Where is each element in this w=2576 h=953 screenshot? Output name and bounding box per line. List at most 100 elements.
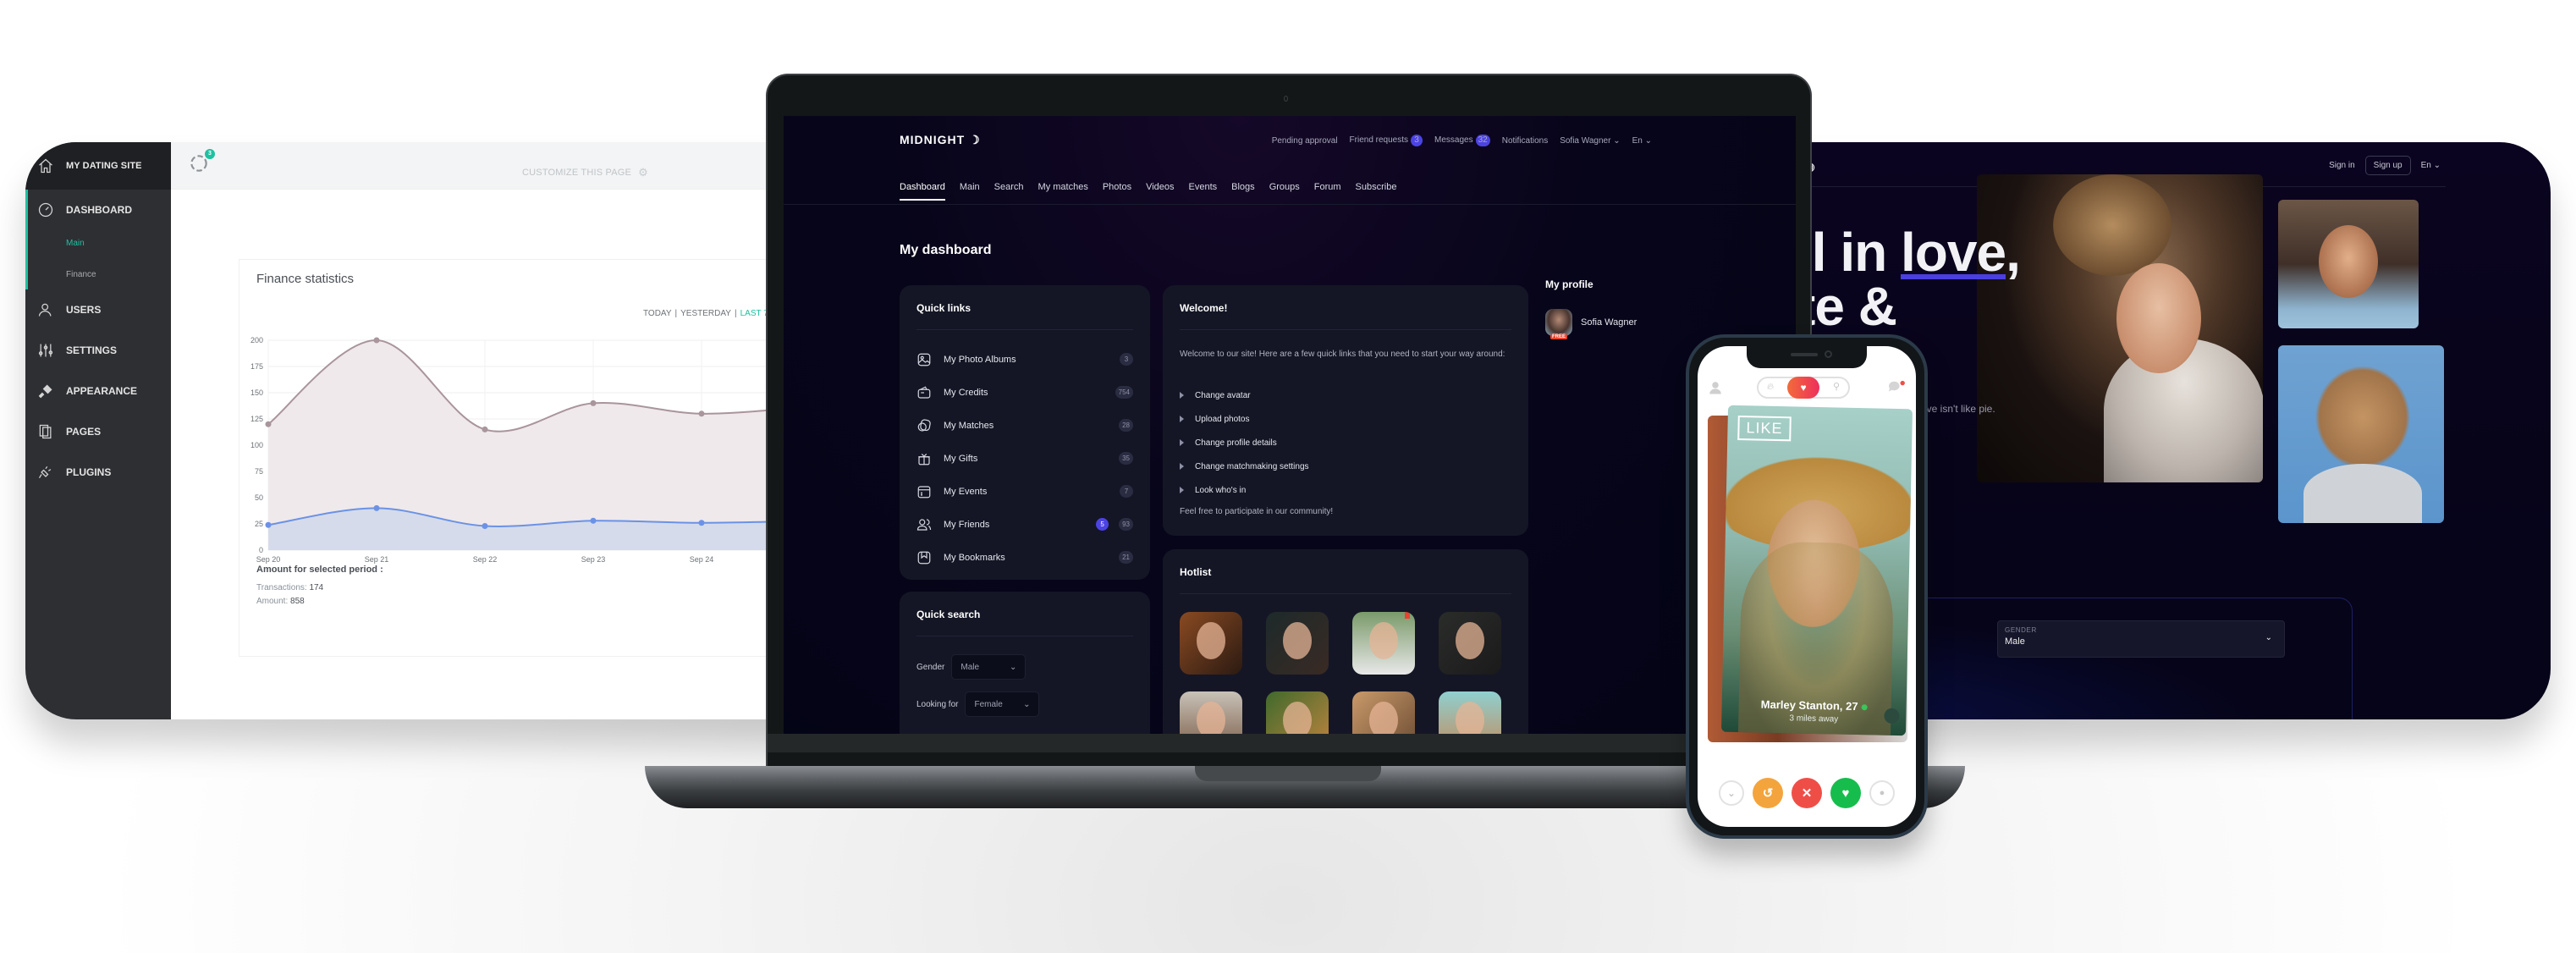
- profile-card[interactable]: LIKE Marley Stanton, 27 3 miles away: [1720, 405, 1913, 736]
- hotlist-photo[interactable]: [1352, 691, 1415, 734]
- quick-link-gifts[interactable]: My Gifts 35: [916, 442, 1133, 475]
- membership-badge: FREE: [1550, 334, 1568, 339]
- sidebar-subitem-finance[interactable]: Finance: [66, 270, 96, 279]
- hotlist-photo[interactable]: [1439, 691, 1501, 734]
- gender-select[interactable]: GENDER Male ⌄: [1997, 620, 2285, 658]
- tab-videos[interactable]: Videos: [1146, 182, 1174, 201]
- quick-links-list: My Photo Albums 3 My Credits 754 My Matc…: [916, 343, 1133, 574]
- flame-icon[interactable]: 🔥︎: [1767, 382, 1774, 393]
- sidebar-subitem-main[interactable]: Main: [66, 239, 85, 248]
- sidebar-item-settings[interactable]: SETTINGS: [25, 330, 171, 371]
- select-value: Male: [960, 662, 980, 672]
- customize-page-button[interactable]: CUSTOMIZE THIS PAGE ⚙: [522, 166, 648, 179]
- profile-button[interactable]: ●: [1869, 780, 1895, 806]
- tab-forum[interactable]: Forum: [1314, 182, 1341, 201]
- undo-button[interactable]: ↺: [1753, 778, 1783, 808]
- sidebar-item-pages[interactable]: PAGES: [25, 411, 171, 452]
- welcome-link-change-avatar[interactable]: Change avatar: [1180, 383, 1309, 407]
- admin-brand[interactable]: MY DATING SITE: [25, 142, 171, 190]
- language-select[interactable]: En ⌄: [2421, 161, 2441, 170]
- range-yesterday[interactable]: YESTERDAY: [680, 309, 731, 318]
- friend-requests-link[interactable]: Friend requests 3: [1350, 135, 1423, 146]
- dislike-button[interactable]: ✕: [1792, 778, 1822, 808]
- looking-for-select[interactable]: Female ⌄: [965, 691, 1040, 717]
- tab-dashboard[interactable]: Dashboard: [900, 182, 945, 201]
- panel-title: Hotlist: [1180, 566, 1212, 578]
- sidebar-item-users[interactable]: USERS: [25, 289, 171, 330]
- gear-icon: ⚙: [638, 166, 648, 179]
- hotlist-photo[interactable]: [1266, 691, 1329, 734]
- range-last7[interactable]: LAST 7: [740, 309, 768, 318]
- y-tick-label: 25: [255, 520, 263, 528]
- tab-blogs[interactable]: Blogs: [1231, 182, 1255, 201]
- messages-badge: 32: [1475, 135, 1490, 146]
- transactions-line: Transactions: 174: [256, 583, 323, 592]
- messages-link[interactable]: Messages 32: [1434, 135, 1490, 146]
- avatar[interactable]: FREE: [1545, 309, 1572, 339]
- tab-subscribe[interactable]: Subscribe: [1356, 182, 1397, 201]
- heart-match-icon[interactable]: ♥: [1787, 377, 1819, 399]
- sidebar-item-dashboard[interactable]: DASHBOARD Main Finance: [25, 190, 171, 289]
- my-profile-title: My profile: [1545, 278, 1593, 290]
- profile-icon[interactable]: [1708, 380, 1723, 395]
- quick-links-panel: Quick links My Photo Albums 3 My Credits…: [900, 285, 1150, 580]
- pages-icon: [39, 424, 52, 439]
- tab-main[interactable]: Main: [960, 182, 980, 201]
- profile-name[interactable]: Sofia Wagner: [1581, 317, 1637, 328]
- midnight-logo[interactable]: MIDNIGHT ☽: [900, 133, 981, 147]
- photo-album-icon: [917, 353, 931, 366]
- sidebar-item-label: PAGES: [66, 426, 102, 438]
- sidebar-item-appearance[interactable]: APPEARANCE: [25, 371, 171, 411]
- sign-up-button[interactable]: Sign up: [2364, 156, 2411, 175]
- data-point-amount: [265, 421, 272, 427]
- like-button[interactable]: ♥: [1830, 778, 1861, 808]
- laptop-chin: [768, 734, 1810, 752]
- quick-link-label: My Events: [944, 486, 988, 497]
- hotlist-photo[interactable]: [1352, 612, 1415, 675]
- friend-requests-badge: 3: [1411, 135, 1423, 146]
- hero-text: ll in: [1797, 222, 1901, 283]
- pending-approval-link[interactable]: Pending approval: [1272, 136, 1338, 146]
- tab-search[interactable]: Search: [994, 182, 1024, 201]
- hotlist-photo[interactable]: [1266, 612, 1329, 675]
- notifications-button[interactable]: 3: [188, 149, 215, 174]
- sidebar-item-plugins[interactable]: PLUGINS: [25, 452, 171, 493]
- count-badge: 28: [1119, 419, 1133, 432]
- tab-events[interactable]: Events: [1189, 182, 1218, 201]
- gift-icon: [918, 453, 930, 465]
- quick-link-bookmarks[interactable]: My Bookmarks 21: [916, 541, 1133, 574]
- welcome-link-profile-details[interactable]: Change profile details: [1180, 431, 1309, 454]
- quick-link-label: My Matches: [944, 420, 994, 431]
- welcome-link-matchmaking[interactable]: Change matchmaking settings: [1180, 454, 1309, 478]
- y-tick-label: 150: [250, 388, 263, 397]
- phone: 🔥︎ ♥ ⚲ LIKE Marley Stanton, 27 3 miles a…: [1686, 334, 1928, 839]
- collapse-button[interactable]: ⌄: [1719, 780, 1744, 806]
- tab-my-matches[interactable]: My matches: [1038, 182, 1088, 201]
- welcome-link-look-whos-in[interactable]: Look who's in: [1180, 478, 1309, 502]
- quick-link-matches[interactable]: My Matches 28: [916, 409, 1133, 442]
- quick-link-friends[interactable]: My Friends 5 93: [916, 508, 1133, 541]
- quick-link-credits[interactable]: My Credits 754: [916, 376, 1133, 409]
- user-menu[interactable]: Sofia Wagner ⌄: [1560, 136, 1620, 146]
- welcome-link-upload-photos[interactable]: Upload photos: [1180, 407, 1309, 431]
- sliders-icon: [38, 344, 53, 357]
- gender-label: GENDER: [2005, 626, 2037, 634]
- gender-select[interactable]: Male ⌄: [951, 654, 1027, 680]
- plug-icon: [38, 465, 52, 478]
- chevron-down-icon: ⌄: [2433, 161, 2441, 170]
- range-today[interactable]: TODAY: [643, 309, 672, 318]
- quick-link-label: My Credits: [944, 387, 988, 398]
- tab-groups[interactable]: Groups: [1269, 182, 1300, 201]
- hotlist-photo[interactable]: [1180, 612, 1242, 675]
- chat-icon[interactable]: [1887, 380, 1906, 395]
- notifications-link[interactable]: Notifications: [1502, 136, 1548, 146]
- page-title: My dashboard: [900, 243, 992, 257]
- sign-in-link[interactable]: Sign in: [2329, 161, 2355, 170]
- quick-link-photo-albums[interactable]: My Photo Albums 3: [916, 343, 1133, 376]
- hotlist-photo[interactable]: [1439, 612, 1501, 675]
- tab-photos[interactable]: Photos: [1103, 182, 1131, 201]
- hotlist-photo[interactable]: [1180, 691, 1242, 734]
- search-icon[interactable]: ⚲: [1833, 381, 1840, 392]
- language-menu[interactable]: En ⌄: [1632, 136, 1652, 146]
- quick-link-events[interactable]: My Events 7: [916, 475, 1133, 508]
